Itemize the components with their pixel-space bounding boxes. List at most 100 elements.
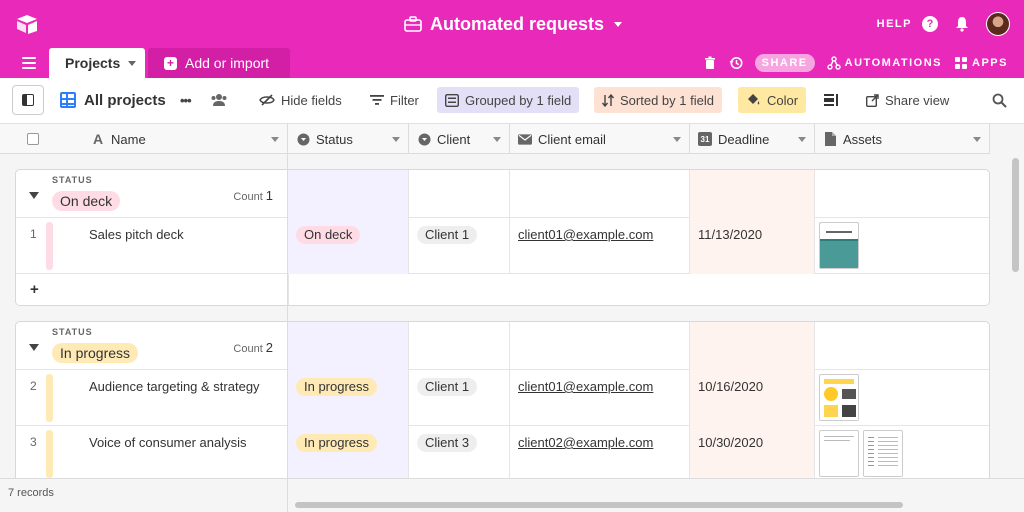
- row-height-button[interactable]: [816, 87, 846, 113]
- filter-label: Filter: [390, 92, 419, 108]
- help-icon[interactable]: ?: [922, 16, 938, 32]
- chevron-down-icon[interactable]: [392, 137, 400, 142]
- menu-icon[interactable]: [22, 57, 36, 69]
- search-icon: [992, 93, 1007, 108]
- status-cell[interactable]: In progress: [288, 426, 409, 482]
- sort-icon: [602, 93, 614, 107]
- airtable-logo-icon[interactable]: [16, 14, 38, 34]
- search-button[interactable]: [984, 87, 1015, 113]
- column-header-row: A Name Status Client Client email 31 Dea…: [0, 124, 990, 154]
- assets-cell[interactable]: [815, 426, 989, 482]
- attachment-thumbnail[interactable]: [819, 374, 859, 421]
- trash-icon[interactable]: [703, 56, 717, 70]
- assets-cell[interactable]: [815, 218, 989, 274]
- deadline-column-header[interactable]: 31 Deadline: [690, 124, 815, 154]
- collapse-group-icon[interactable]: [29, 192, 39, 199]
- assets-column-header[interactable]: Assets: [815, 124, 990, 154]
- chevron-down-icon[interactable]: [128, 61, 136, 66]
- add-record-row[interactable]: +: [16, 274, 989, 305]
- select-all-checkbox[interactable]: [27, 133, 39, 145]
- name-cell[interactable]: Sales pitch deck: [16, 218, 288, 274]
- name-column-header[interactable]: A Name: [0, 124, 288, 154]
- hide-fields-button[interactable]: Hide fields: [251, 87, 350, 113]
- base-title: Automated requests: [430, 13, 605, 34]
- deadline-cell[interactable]: 10/16/2020: [690, 370, 815, 426]
- email-link[interactable]: client01@example.com: [518, 227, 653, 242]
- client-cell[interactable]: Client 1: [409, 218, 510, 274]
- assets-cell[interactable]: [815, 370, 989, 426]
- tab-label: Projects: [65, 55, 121, 71]
- chevron-down-icon[interactable]: [493, 137, 501, 142]
- email-cell[interactable]: client01@example.com: [510, 370, 690, 426]
- attachment-thumbnail[interactable]: [819, 430, 859, 477]
- chevron-down-icon[interactable]: [673, 137, 681, 142]
- email-icon: [518, 132, 532, 146]
- calendar-icon: 31: [698, 132, 712, 146]
- email-cell[interactable]: client01@example.com: [510, 218, 690, 274]
- chevron-down-icon[interactable]: [973, 137, 981, 142]
- view-switcher[interactable]: All projects: [52, 87, 174, 113]
- status-cell[interactable]: On deck: [288, 218, 409, 274]
- group-value-pill: On deck: [52, 191, 121, 211]
- deadline-cell[interactable]: 10/30/2020: [690, 426, 815, 482]
- attachment-thumbnail[interactable]: [863, 430, 903, 477]
- user-avatar[interactable]: [986, 12, 1010, 36]
- status-cell[interactable]: In progress: [288, 370, 409, 426]
- email-cell[interactable]: client02@example.com: [510, 426, 690, 482]
- add-record-icon[interactable]: +: [30, 281, 39, 298]
- group-header[interactable]: STATUS In progress Count 2: [16, 322, 989, 370]
- color-button[interactable]: Color: [738, 87, 807, 113]
- collapse-group-icon[interactable]: [29, 344, 39, 351]
- group-label: Grouped by 1 field: [465, 92, 572, 108]
- client-email-column-header[interactable]: Client email: [510, 124, 690, 154]
- vertical-scrollbar[interactable]: [1012, 158, 1019, 272]
- record-count: 7 records: [8, 487, 54, 499]
- attachment-thumbnail[interactable]: [819, 222, 859, 269]
- table-row[interactable]: 1 Sales pitch deck On deck Client 1 clie…: [16, 218, 989, 274]
- share-view-button[interactable]: Share view: [858, 87, 957, 113]
- single-select-icon: [296, 132, 310, 146]
- group-field-label: STATUS: [52, 327, 93, 337]
- client-column-header[interactable]: Client: [409, 124, 510, 154]
- base-title-menu[interactable]: Automated requests: [404, 12, 623, 36]
- filter-button[interactable]: Filter: [362, 87, 427, 113]
- sidebar-icon: [22, 94, 34, 106]
- top-bar: Automated requests HELP ?: [0, 0, 1024, 48]
- automations-button[interactable]: AUTOMATIONS: [826, 56, 942, 70]
- group-header[interactable]: STATUS On deck Count 1: [16, 170, 989, 218]
- help-link[interactable]: HELP: [877, 18, 912, 30]
- bell-icon[interactable]: [954, 16, 970, 32]
- sort-button[interactable]: Sorted by 1 field: [594, 87, 722, 113]
- external-link-icon: [866, 93, 879, 107]
- chevron-down-icon[interactable]: [798, 137, 806, 142]
- eye-slash-icon: [259, 94, 275, 106]
- chevron-down-icon[interactable]: [271, 137, 279, 142]
- name-cell[interactable]: Voice of consumer analysis: [16, 426, 288, 482]
- share-button[interactable]: SHARE: [754, 54, 815, 72]
- plus-icon: +: [164, 56, 177, 70]
- group-value-pill: In progress: [52, 343, 139, 363]
- horizontal-scrollbar[interactable]: [295, 502, 903, 508]
- apps-button[interactable]: APPS: [954, 56, 1008, 70]
- text-field-icon: A: [92, 131, 104, 147]
- client-cell[interactable]: Client 1: [409, 370, 510, 426]
- history-icon[interactable]: [729, 56, 743, 70]
- view-more-button[interactable]: •••: [172, 87, 199, 113]
- client-cell[interactable]: Client 3: [409, 426, 510, 482]
- email-link[interactable]: client02@example.com: [518, 435, 653, 450]
- table-row[interactable]: 2 Audience targeting & strategy In progr…: [16, 370, 989, 426]
- apps-label: APPS: [972, 57, 1008, 69]
- status-column-header[interactable]: Status: [288, 124, 409, 154]
- add-or-import-label: Add or import: [185, 55, 270, 71]
- sidebar-toggle-button[interactable]: [12, 85, 44, 115]
- group-button[interactable]: Grouped by 1 field: [437, 87, 580, 113]
- sort-label: Sorted by 1 field: [620, 92, 714, 108]
- collaborative-view-button[interactable]: [202, 87, 236, 113]
- email-link[interactable]: client01@example.com: [518, 379, 653, 394]
- column-label: Name: [111, 131, 146, 147]
- add-or-import-button[interactable]: + Add or import: [148, 48, 290, 78]
- tab-projects[interactable]: Projects: [49, 48, 145, 78]
- table-row[interactable]: 3 Voice of consumer analysis In progress…: [16, 426, 989, 482]
- name-cell[interactable]: Audience targeting & strategy: [16, 370, 288, 426]
- deadline-cell[interactable]: 11/13/2020: [690, 218, 815, 274]
